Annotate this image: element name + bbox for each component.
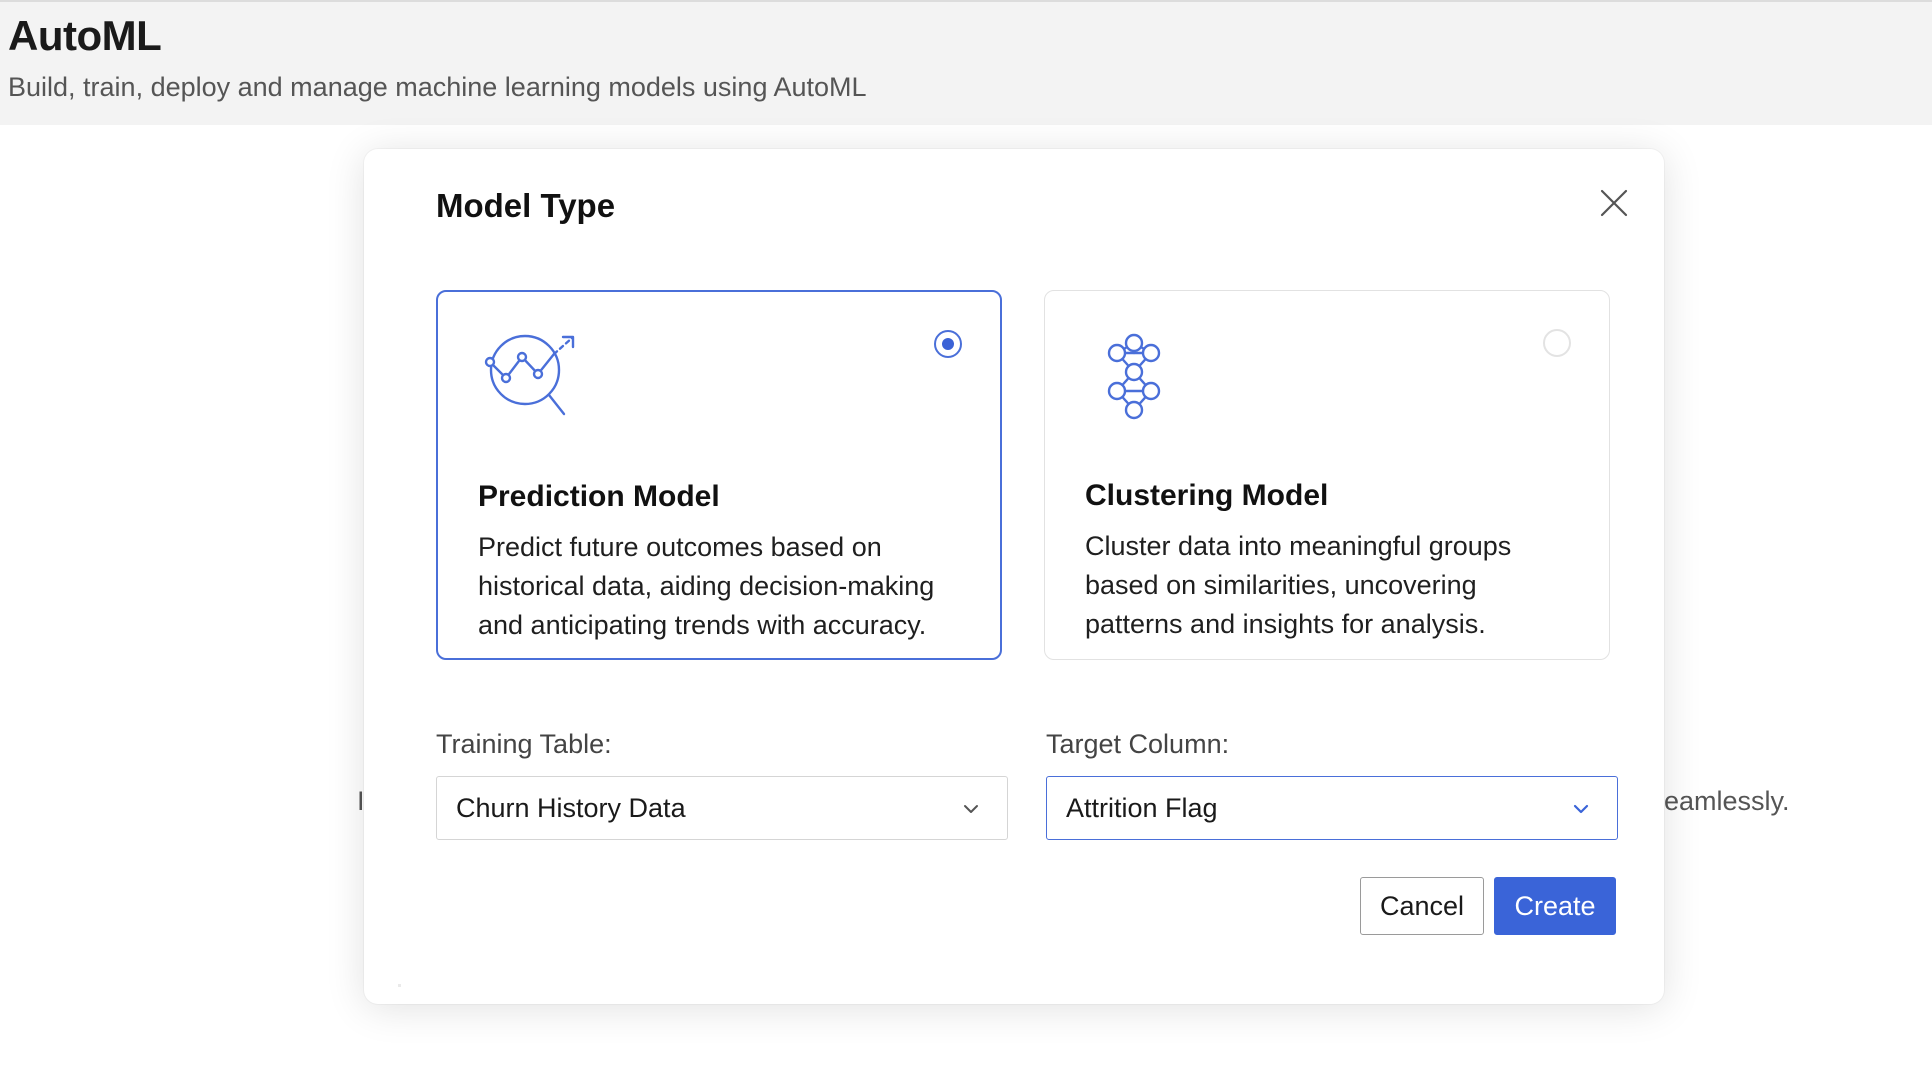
- target-column-value: Attrition Flag: [1066, 793, 1218, 823]
- target-column-select[interactable]: Attrition Flag: [1046, 776, 1618, 840]
- chevron-down-icon: [1571, 799, 1591, 819]
- close-icon[interactable]: [1594, 183, 1634, 223]
- background-text-fragment: eamlessly.: [1664, 786, 1790, 816]
- app-subtitle: Build, train, deploy and manage machine …: [8, 72, 867, 102]
- training-table-label: Training Table:: [436, 729, 612, 759]
- dialog-corner-mark: [398, 984, 401, 987]
- prediction-model-title: Prediction Model: [478, 480, 720, 513]
- clustering-network-icon: [1083, 331, 1187, 435]
- app-header: AutoML Build, train, deploy and manage m…: [0, 0, 1932, 125]
- training-table-value: Churn History Data: [456, 793, 686, 823]
- dialog-title: Model Type: [436, 187, 616, 224]
- prediction-analytics-icon: [476, 332, 580, 436]
- training-table-select[interactable]: Churn History Data: [436, 776, 1008, 840]
- prediction-model-card[interactable]: Prediction Model Predict future outcomes…: [436, 290, 1002, 660]
- app-title: AutoML: [8, 12, 162, 59]
- chevron-down-icon: [961, 799, 981, 819]
- clustering-model-card[interactable]: Clustering Model Cluster data into meani…: [1044, 290, 1610, 660]
- clustering-model-description: Cluster data into meaningful groups base…: [1085, 531, 1512, 639]
- model-type-dialog: Model Type Prediction Model Predict futu…: [364, 149, 1664, 1004]
- prediction-model-radio[interactable]: [934, 330, 962, 358]
- clustering-model-title: Clustering Model: [1085, 479, 1329, 512]
- cancel-button[interactable]: Cancel: [1360, 877, 1484, 935]
- create-button[interactable]: Create: [1494, 877, 1616, 935]
- target-column-label: Target Column:: [1046, 729, 1230, 759]
- prediction-model-description: Predict future outcomes based on histori…: [478, 532, 935, 640]
- clustering-model-radio[interactable]: [1543, 329, 1571, 357]
